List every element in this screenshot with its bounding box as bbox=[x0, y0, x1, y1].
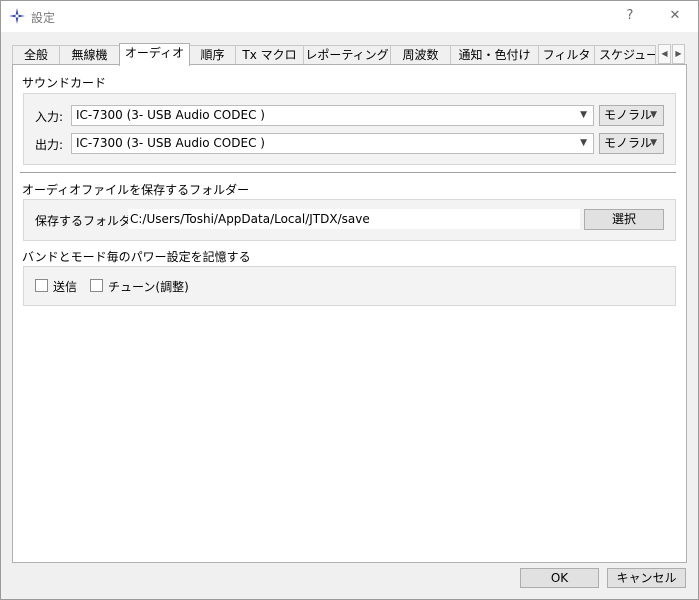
ok-button[interactable]: OK bbox=[520, 568, 599, 588]
input-device-select[interactable]: IC-7300 (3- USB Audio CODEC ) ▼ bbox=[71, 105, 594, 126]
tab-audio[interactable]: オーディオ bbox=[119, 43, 190, 66]
power-memory-title: バンドとモード毎のパワー設定を記憶する bbox=[22, 250, 251, 264]
save-folder-path: C:/Users/Toshi/AppData/Local/JTDX/save bbox=[128, 209, 580, 229]
tab-tx-macros[interactable]: Tx マクロ bbox=[235, 45, 304, 65]
tab-general[interactable]: 全般 bbox=[12, 45, 60, 65]
title-bar: 設定 ? ✕ bbox=[1, 1, 698, 32]
chevron-down-icon: ▼ bbox=[650, 110, 657, 120]
output-device-select[interactable]: IC-7300 (3- USB Audio CODEC ) ▼ bbox=[71, 133, 594, 154]
tab-bar: 全般 無線機 オーディオ 順序 Tx マクロ レポーティング 周波数 通知・色付… bbox=[12, 43, 688, 66]
input-label: 入力: bbox=[35, 110, 64, 124]
input-channel-select[interactable]: モノラル ▼ bbox=[599, 105, 664, 126]
tab-reporting[interactable]: レポーティング bbox=[303, 45, 391, 65]
soundcard-title: サウンドカード bbox=[22, 76, 107, 90]
tx-checkbox[interactable] bbox=[35, 279, 48, 292]
cancel-button[interactable]: キャンセル bbox=[607, 568, 686, 588]
help-button[interactable]: ? bbox=[620, 7, 640, 25]
app-star-icon bbox=[9, 8, 25, 24]
input-channel-value: モノラル bbox=[604, 108, 653, 122]
tune-checkbox[interactable] bbox=[90, 279, 103, 292]
output-channel-select[interactable]: モノラル ▼ bbox=[599, 133, 664, 154]
tab-notifications[interactable]: 通知・色付け bbox=[450, 45, 539, 65]
chevron-down-icon: ▼ bbox=[650, 138, 657, 148]
tab-filters[interactable]: フィルタ bbox=[538, 45, 595, 65]
chevron-down-icon: ▼ bbox=[580, 110, 587, 120]
tab-scroll-left-icon[interactable]: ◀ bbox=[658, 44, 671, 64]
tx-checkbox-label: 送信 bbox=[53, 280, 78, 294]
section-divider bbox=[20, 172, 676, 173]
chevron-down-icon: ▼ bbox=[580, 138, 587, 148]
input-device-value: IC-7300 (3- USB Audio CODEC ) bbox=[76, 108, 265, 122]
output-channel-value: モノラル bbox=[604, 136, 653, 150]
soundcard-group bbox=[23, 93, 676, 165]
tab-frequencies[interactable]: 周波数 bbox=[390, 45, 451, 65]
tune-checkbox-label: チューン(調整) bbox=[108, 280, 189, 294]
select-folder-button[interactable]: 選択 bbox=[584, 209, 664, 230]
output-label: 出力: bbox=[35, 138, 64, 152]
window-title: 設定 bbox=[31, 11, 56, 25]
tab-radio[interactable]: 無線機 bbox=[59, 45, 120, 65]
save-folder-title: オーディオファイルを保存するフォルダー bbox=[22, 183, 250, 197]
tab-scheduler[interactable]: スケジューラ bbox=[594, 45, 656, 65]
tab-scroll-right-icon[interactable]: ▶ bbox=[672, 44, 685, 64]
tab-sequencing[interactable]: 順序 bbox=[189, 45, 236, 65]
close-button[interactable]: ✕ bbox=[665, 7, 685, 25]
output-device-value: IC-7300 (3- USB Audio CODEC ) bbox=[76, 136, 265, 150]
